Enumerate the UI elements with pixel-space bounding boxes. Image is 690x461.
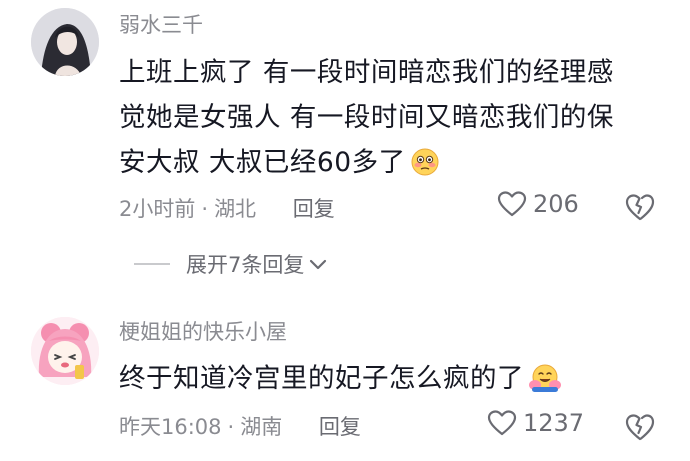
hugging-face-emoji	[528, 362, 562, 407]
like-button[interactable]: 206	[497, 190, 579, 218]
like-button[interactable]: 1237	[487, 409, 584, 437]
comment-meta: 2小时前 · 湖北 回复	[119, 193, 335, 223]
like-count: 206	[533, 190, 579, 218]
avatar[interactable]	[31, 317, 99, 385]
username[interactable]: 弱水三千	[119, 9, 203, 39]
expand-replies-label: 展开7条回复	[186, 253, 305, 277]
comment-text-fragment: 终于知道冷宫里的妃子怎么疯的了	[119, 363, 524, 394]
avatar[interactable]	[31, 8, 99, 76]
location: 湖北	[214, 197, 257, 221]
comment-text-line: 安大叔 大叔已经60多了	[119, 140, 659, 191]
username[interactable]: 梗姐姐的快乐小屋	[119, 316, 287, 346]
reply-button[interactable]: 回复	[293, 197, 335, 221]
dislike-button[interactable]	[624, 192, 656, 222]
reply-button[interactable]: 回复	[319, 415, 361, 439]
timestamp: 2小时前	[119, 197, 196, 221]
heart-outline-icon	[497, 191, 527, 217]
comment-meta: 昨天16:08 · 湖南 回复	[119, 411, 361, 441]
like-count: 1237	[523, 409, 585, 437]
comment-text-line: 上班上疯了 有一段时间暗恋我们的经理感	[119, 57, 614, 88]
location: 湖南	[240, 415, 283, 439]
timestamp: 昨天16:08	[119, 415, 222, 439]
comment-text-line: 终于知道冷宫里的妃子怎么疯的了	[119, 356, 659, 407]
comment-item: 梗姐姐的快乐小屋 终于知道冷宫里的妃子怎么疯的了 昨天16:08 · 湖南 回复 1…	[0, 305, 690, 461]
broken-heart-icon	[625, 194, 655, 221]
divider	[134, 263, 170, 265]
chevron-down-icon	[310, 259, 327, 270]
comment-item: 弱水三千 上班上疯了 有一段时间暗恋我们的经理感 觉她是女强人 有一段时间又暗恋…	[0, 0, 690, 300]
heart-outline-icon	[487, 410, 517, 436]
comment-text-line: 觉她是女强人 有一段时间又暗恋我们的保	[119, 102, 614, 133]
flushed-face-emoji	[410, 146, 440, 191]
separator: ·	[201, 197, 209, 221]
comment-text: 终于知道冷宫里的妃子怎么疯的了	[119, 356, 659, 407]
comment-text: 上班上疯了 有一段时间暗恋我们的经理感 觉她是女强人 有一段时间又暗恋我们的保 …	[119, 50, 659, 191]
dislike-button[interactable]	[624, 412, 656, 442]
comment-text-fragment: 安大叔 大叔已经60多了	[119, 147, 406, 178]
expand-replies-button[interactable]: 展开7条回复	[134, 249, 328, 279]
separator: ·	[227, 415, 235, 439]
broken-heart-icon	[625, 414, 655, 441]
